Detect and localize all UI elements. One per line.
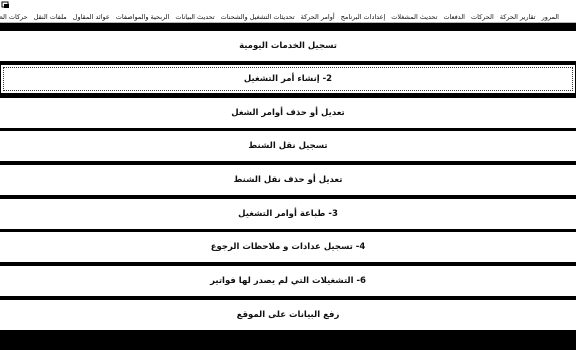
menu-item-7[interactable]: أوامر الحركة <box>298 11 338 22</box>
menu-item-9[interactable]: تحديث البيانات <box>172 11 217 22</box>
command-button-2[interactable]: 2- إنشاء أمر التشغيل <box>0 64 576 94</box>
menu-item-2[interactable]: تقارير الحركة <box>497 11 539 22</box>
command-button-7[interactable]: 4- تسجيل عدادات و ملاحظات الرجوع <box>0 232 576 262</box>
menu-item-10[interactable]: الربحية والمواصفات <box>113 11 173 22</box>
menu-bar: المرور تقارير الحركة الحركات الدفعات تحديث ا… <box>0 11 576 23</box>
command-button-3[interactable]: تعديل أو حذف أوامر الشغل <box>0 98 576 128</box>
app-icon <box>1 1 10 9</box>
menu-item-11[interactable]: عوائد المقاول <box>70 11 113 22</box>
command-button-6[interactable]: 3- طباعة أوامر التشغيل <box>0 199 576 229</box>
command-button-1[interactable]: تسجيل الخدمات اليومية <box>0 31 576 61</box>
command-button-4[interactable]: تسجيل نقل الشنط <box>0 131 576 161</box>
command-button-5[interactable]: تعديل أو حذف نقل الشنط <box>0 165 576 195</box>
command-button-9[interactable]: رفع البيانات على الموقع <box>0 300 576 330</box>
menu-item-4[interactable]: الدفعات <box>440 11 468 22</box>
command-button-8[interactable]: 6- التشغيلات التي لم يصدر لها فواتير <box>0 266 576 296</box>
menu-item-3[interactable]: الحركات <box>468 11 497 22</box>
menu-item-8[interactable]: تحديثات التشغيل والشحنات <box>218 11 298 22</box>
title-bar <box>0 0 576 11</box>
menu-item-6[interactable]: إعدادات البرنامج <box>338 11 389 22</box>
menu-item-13[interactable]: حركات الطرق <box>0 11 31 22</box>
menu-item-5[interactable]: تحديث المشغلات <box>388 11 440 22</box>
main-button-list: تسجيل الخدمات اليومية 2- إنشاء أمر التشغي… <box>0 24 576 350</box>
menu-item-12[interactable]: ملفات النقل <box>31 11 70 22</box>
menu-item-1[interactable]: المرور <box>539 11 562 22</box>
